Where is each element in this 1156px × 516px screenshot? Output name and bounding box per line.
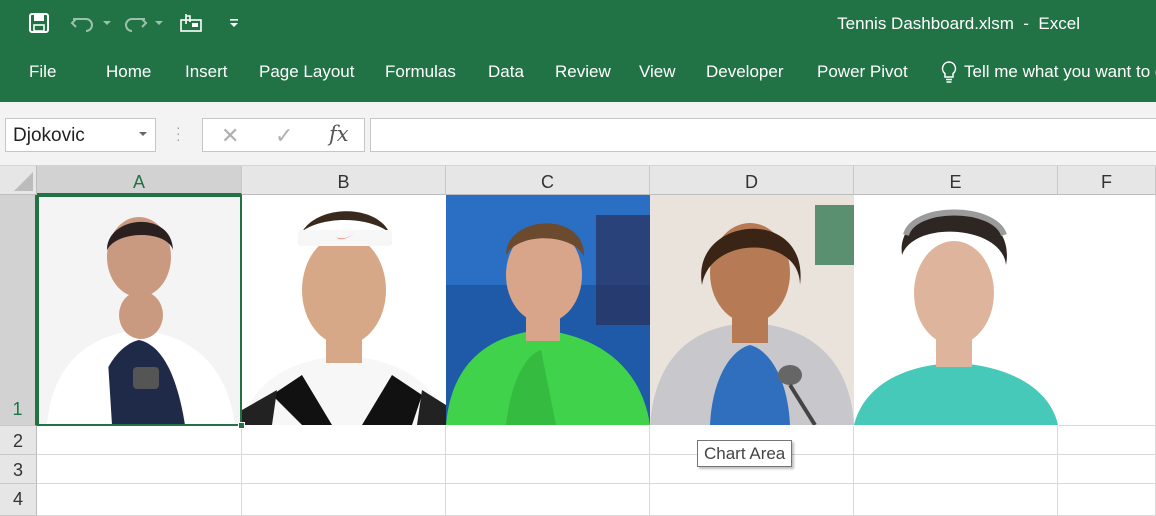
row-header-2[interactable]: 2 [0, 426, 37, 455]
cell-b4[interactable] [242, 484, 446, 516]
touch-mode-icon[interactable] [176, 10, 206, 36]
tab-file[interactable]: File [29, 62, 56, 82]
cell-f1[interactable] [1058, 195, 1156, 426]
column-header-b[interactable]: B [242, 166, 446, 195]
redo-icon[interactable] [120, 10, 150, 36]
player-photo-nadal[interactable] [650, 195, 854, 425]
cancel-icon[interactable]: ✕ [221, 123, 239, 149]
name-box-value: Djokovic [13, 125, 85, 146]
player-photo-federer[interactable] [242, 195, 446, 425]
tell-me-text: Tell me what you want to do [964, 62, 1156, 81]
cell-b3[interactable] [242, 455, 446, 484]
ribbon: File Home Insert Page Layout Formulas Da… [0, 48, 1156, 102]
select-all-icon [14, 172, 33, 191]
worksheet: A B C D E F 1 2 3 4 [0, 166, 1156, 516]
formula-buttons: ✕ ✓ fx [202, 118, 365, 152]
undo-dropdown-icon[interactable] [100, 10, 114, 36]
player-photo-murray[interactable] [446, 195, 650, 425]
cell-a3[interactable] [37, 455, 242, 484]
cell-a4[interactable] [37, 484, 242, 516]
tell-me-search[interactable]: Tell me what you want to do [940, 60, 1156, 84]
player-photo-djokovic[interactable] [37, 195, 242, 425]
formula-input[interactable] [370, 118, 1156, 152]
window-title: Tennis Dashboard.xlsm - Excel [837, 14, 1080, 33]
tab-formulas[interactable]: Formulas [385, 62, 456, 82]
cell-e2[interactable] [854, 426, 1058, 455]
tab-power-pivot[interactable]: Power Pivot [817, 62, 908, 82]
enter-icon[interactable]: ✓ [275, 123, 293, 149]
column-header-d[interactable]: D [650, 166, 854, 195]
column-header-f[interactable]: F [1058, 166, 1156, 195]
redo-dropdown-icon[interactable] [152, 10, 166, 36]
grip-dots-icon[interactable]: · · · [176, 120, 181, 146]
cell-c3[interactable] [446, 455, 650, 484]
row-header-4[interactable]: 4 [0, 484, 37, 516]
tooltip: Chart Area [697, 440, 793, 467]
lightbulb-icon [941, 61, 957, 83]
row-header-1[interactable]: 1 [0, 195, 37, 426]
cell-d4[interactable] [650, 484, 854, 516]
select-all-button[interactable] [0, 166, 37, 195]
undo-icon[interactable] [68, 10, 98, 36]
save-icon[interactable] [26, 10, 52, 36]
formula-bar: Djokovic · · · ✕ ✓ fx [0, 102, 1156, 166]
row-header-3[interactable]: 3 [0, 455, 37, 484]
player-photo-thiem[interactable] [854, 195, 1058, 425]
cell-a2[interactable] [37, 426, 242, 455]
column-header-c[interactable]: C [446, 166, 650, 195]
cell-f3[interactable] [1058, 455, 1156, 484]
insert-function-button[interactable]: fx [329, 122, 349, 146]
column-header-a[interactable]: A [37, 166, 242, 195]
cell-e4[interactable] [854, 484, 1058, 516]
cell-b2[interactable] [242, 426, 446, 455]
tab-home[interactable]: Home [106, 62, 151, 82]
name-box[interactable]: Djokovic [5, 118, 156, 152]
cell-c4[interactable] [446, 484, 650, 516]
cell-c2[interactable] [446, 426, 650, 455]
customize-qat-icon[interactable] [226, 10, 242, 36]
tab-page-layout[interactable]: Page Layout [259, 62, 354, 82]
cell-f4[interactable] [1058, 484, 1156, 516]
cell-f2[interactable] [1058, 426, 1156, 455]
tab-data[interactable]: Data [488, 62, 524, 82]
tab-review[interactable]: Review [555, 62, 611, 82]
fill-handle[interactable] [238, 422, 245, 429]
title-bar: Tennis Dashboard.xlsm - Excel [0, 0, 1156, 48]
tab-developer[interactable]: Developer [706, 62, 784, 82]
cell-e3[interactable] [854, 455, 1058, 484]
tab-insert[interactable]: Insert [185, 62, 228, 82]
chevron-down-icon[interactable] [139, 132, 147, 136]
tab-view[interactable]: View [639, 62, 676, 82]
column-header-e[interactable]: E [854, 166, 1058, 195]
